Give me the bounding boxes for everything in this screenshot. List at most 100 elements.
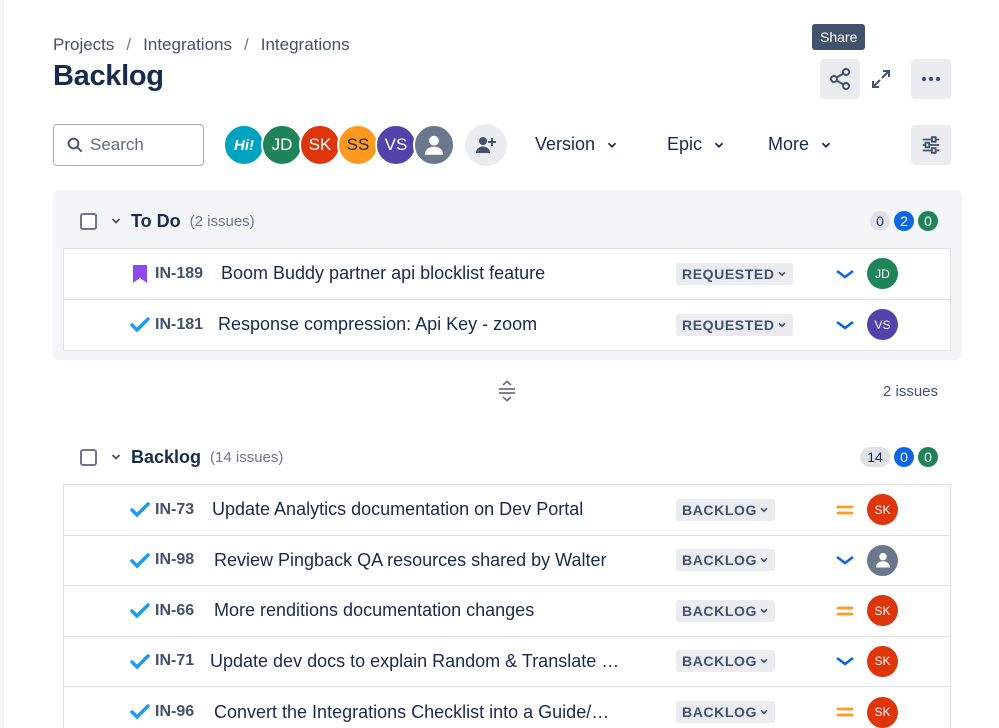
avatar-ss[interactable]: SS <box>337 124 379 166</box>
avatar-filter-group: Hi! JD SK SS VS <box>223 124 455 166</box>
status-dropdown[interactable]: REQUESTED <box>676 313 793 336</box>
issue-summary: Boom Buddy partner api blocklist feature <box>221 263 546 284</box>
count-in-progress: 2 <box>894 211 914 231</box>
search-icon <box>67 137 83 153</box>
breadcrumb: Projects / Integrations / Integrations <box>53 35 350 55</box>
assignee-avatar[interactable]: SK <box>867 595 898 627</box>
avatar-initials: JD <box>271 135 293 154</box>
epic-filter[interactable]: Epic <box>667 134 726 155</box>
issue-row[interactable]: IN-96 Convert the Integrations Checklist… <box>64 687 950 728</box>
status-dropdown[interactable]: BACKLOG <box>676 701 775 724</box>
avatar-unassigned[interactable] <box>413 124 455 166</box>
issue-key[interactable]: IN-73 <box>155 501 194 519</box>
fullscreen-button[interactable] <box>861 59 901 99</box>
sprint-issue-total: 2 issues <box>883 383 939 400</box>
assignee-unassigned-avatar[interactable] <box>867 544 898 576</box>
issue-summary: Review Pingback QA resources shared by W… <box>214 549 607 570</box>
count-todo: 14 <box>860 447 890 467</box>
version-filter[interactable]: Version <box>535 134 619 155</box>
breadcrumb-integrations[interactable]: Integrations <box>143 35 232 55</box>
person-icon <box>424 135 444 155</box>
todo-select-checkbox[interactable] <box>80 212 97 230</box>
avatar-sk[interactable]: SK <box>299 124 341 166</box>
sliders-icon <box>922 136 940 154</box>
task-check-icon <box>130 500 150 520</box>
chevron-down-icon <box>760 507 768 513</box>
avatar-logo[interactable]: Hi! <box>223 124 265 166</box>
task-check-icon <box>130 652 150 672</box>
task-check-icon <box>130 551 150 571</box>
issue-key[interactable]: IN-189 <box>155 265 203 283</box>
issue-row[interactable]: IN-73 Update Analytics documentation on … <box>64 485 950 536</box>
priority-low-icon <box>834 550 856 570</box>
assignee-avatar[interactable]: SK <box>867 494 898 526</box>
priority-low-icon <box>834 264 856 284</box>
resize-handle[interactable] <box>496 380 518 402</box>
chevron-down-icon <box>607 142 617 148</box>
priority-medium-icon <box>834 702 856 722</box>
breadcrumb-separator: / <box>244 35 249 54</box>
status-label: BACKLOG <box>682 501 757 518</box>
status-dropdown[interactable]: BACKLOG <box>676 650 775 673</box>
count-done: 0 <box>918 447 938 467</box>
avatar-jd[interactable]: JD <box>261 124 303 166</box>
issue-row[interactable]: IN-98 Review Pingback QA resources share… <box>64 536 950 586</box>
issue-key[interactable]: IN-181 <box>155 316 203 334</box>
version-filter-label: Version <box>535 134 596 154</box>
backlog-select-checkbox[interactable] <box>80 448 97 466</box>
more-actions-button[interactable] <box>911 59 951 99</box>
assignee-avatar[interactable]: JD <box>867 258 898 290</box>
add-person-icon <box>476 137 496 153</box>
assignee-avatar[interactable]: VS <box>867 309 898 341</box>
issue-key[interactable]: IN-66 <box>155 602 194 620</box>
view-settings-button[interactable] <box>911 125 951 165</box>
status-label: BACKLOG <box>682 602 757 619</box>
status-dropdown[interactable]: BACKLOG <box>676 599 775 622</box>
page-title: Backlog <box>53 60 164 92</box>
search-field[interactable] <box>53 124 204 166</box>
chevron-down-icon <box>760 709 768 715</box>
task-check-icon <box>130 315 150 335</box>
todo-issue-count: (2 issues) <box>189 212 255 230</box>
breadcrumb-projects[interactable]: Projects <box>53 35 114 55</box>
issue-key[interactable]: IN-98 <box>155 551 194 569</box>
epic-filter-label: Epic <box>667 134 703 154</box>
todo-status-counts: 0 2 0 <box>870 211 938 231</box>
issue-summary: More renditions documentation changes <box>214 600 535 621</box>
breadcrumb-separator: / <box>126 35 132 54</box>
issue-row[interactable]: IN-66 More renditions documentation chan… <box>64 586 950 637</box>
share-icon <box>830 68 850 90</box>
chevron-down-icon <box>778 271 786 277</box>
breadcrumb-integrations-board[interactable]: Integrations <box>261 35 350 55</box>
backlog-issue-list: IN-73 Update Analytics documentation on … <box>63 484 951 728</box>
chevron-down-icon <box>760 557 768 563</box>
avatar-initials: VS <box>384 135 408 154</box>
add-people-button[interactable] <box>465 124 507 166</box>
task-check-icon <box>130 702 150 722</box>
backlog-status-counts: 14 0 0 <box>860 447 938 467</box>
status-dropdown[interactable]: BACKLOG <box>676 549 775 572</box>
left-rule <box>0 0 4 728</box>
status-dropdown[interactable]: REQUESTED <box>676 262 793 285</box>
assignee-avatar[interactable]: SK <box>867 696 898 728</box>
assignee-avatar[interactable]: SK <box>867 645 898 677</box>
chevron-down-icon <box>111 218 121 224</box>
status-label: REQUESTED <box>682 265 775 282</box>
backlog-collapse-toggle[interactable] <box>109 450 123 464</box>
search-input[interactable] <box>90 135 200 155</box>
share-button[interactable] <box>820 59 860 99</box>
issue-row[interactable]: IN-189 Boom Buddy partner api blocklist … <box>64 249 950 300</box>
priority-low-icon <box>834 651 856 671</box>
issue-summary: Update dev docs to explain Random & Tran… <box>210 650 620 671</box>
backlog-issue-count: (14 issues) <box>210 448 284 466</box>
issue-row[interactable]: IN-71 Update dev docs to explain Random … <box>64 637 950 687</box>
expand-icon <box>872 70 890 88</box>
person-icon <box>875 553 890 568</box>
issue-row[interactable]: IN-181 Response compression: Api Key - z… <box>64 300 950 351</box>
avatar-vs[interactable]: VS <box>375 124 417 166</box>
issue-key[interactable]: IN-71 <box>155 652 194 670</box>
todo-collapse-toggle[interactable] <box>109 214 123 228</box>
status-dropdown[interactable]: BACKLOG <box>676 498 775 521</box>
issue-key[interactable]: IN-96 <box>155 703 194 721</box>
more-filter[interactable]: More <box>768 134 833 155</box>
